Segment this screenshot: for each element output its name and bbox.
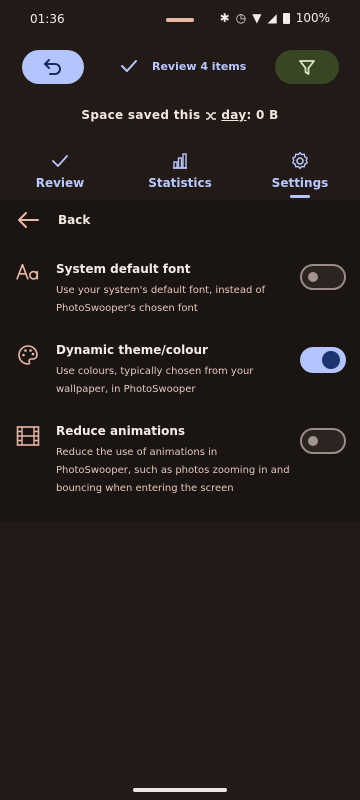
space-saved-value: : 0 B <box>246 108 279 122</box>
reduce-animations-toggle[interactable] <box>300 428 346 454</box>
tab-statistics[interactable]: Statistics <box>120 150 240 190</box>
setting-description: Use colours, typically chosen from your … <box>56 366 254 395</box>
check-icon <box>121 60 137 72</box>
back-label: Back <box>58 213 91 227</box>
tab-settings-label: Settings <box>271 176 329 190</box>
alarm-icon: ◷ <box>235 11 247 25</box>
bluetooth-icon: ✱ <box>219 11 230 25</box>
status-icons: ✱ ◷ ▼ ◢ 100% <box>220 11 330 25</box>
space-saved-summary: Space saved this day: 0 B <box>0 108 360 122</box>
status-time: 01:36 <box>30 12 65 26</box>
bar-chart-icon <box>173 153 187 169</box>
toggle-knob <box>322 351 340 369</box>
header: Review 4 items <box>0 50 360 86</box>
battery-icon <box>282 12 290 24</box>
setting-title: Reduce animations <box>56 424 186 438</box>
status-pill-indicator <box>166 18 194 22</box>
undo-icon <box>44 59 61 75</box>
dynamic-theme-toggle[interactable] <box>300 347 346 373</box>
tab-bar: Review Statistics Settings <box>0 150 360 201</box>
toggle-knob <box>308 272 318 282</box>
film-icon <box>16 424 40 448</box>
space-saved-prefix: Space saved this <box>81 108 201 122</box>
signal-icon: ◢ <box>267 11 277 25</box>
toggle-knob <box>308 436 318 446</box>
tab-review[interactable]: Review <box>0 150 120 190</box>
palette-icon <box>16 343 40 367</box>
tab-statistics-label: Statistics <box>148 176 212 190</box>
gear-icon <box>292 151 308 170</box>
review-label: Review 4 items <box>152 59 247 73</box>
back-button[interactable]: Back <box>16 210 90 230</box>
review-items-button[interactable]: Review 4 items <box>120 59 246 73</box>
arrow-left-icon <box>18 212 39 228</box>
status-bar: 01:36 ✱ ◷ ▼ ◢ 100% <box>0 0 360 40</box>
gesture-nav-bar[interactable] <box>133 788 227 792</box>
filter-button[interactable] <box>275 50 339 84</box>
font-icon <box>16 260 40 284</box>
filter-icon <box>299 60 315 75</box>
shuffle-icon[interactable] <box>205 111 217 121</box>
setting-title: Dynamic theme/colour <box>56 343 208 357</box>
tab-settings[interactable]: Settings <box>240 150 360 190</box>
space-saved-period[interactable]: day <box>221 108 246 122</box>
system-font-toggle[interactable] <box>300 264 346 290</box>
wifi-icon: ▼ <box>252 11 262 25</box>
active-tab-indicator <box>290 195 310 198</box>
tab-review-label: Review <box>35 176 85 190</box>
settings-panel: Back System default font Use your system… <box>0 200 360 522</box>
setting-title: System default font <box>56 262 191 276</box>
check-icon <box>52 155 68 167</box>
setting-description: Use your system's default font, instead … <box>56 285 266 314</box>
battery-level: 100% <box>295 11 330 25</box>
undo-button[interactable] <box>22 50 84 84</box>
setting-description: Reduce the use of animations in PhotoSwo… <box>56 447 290 494</box>
